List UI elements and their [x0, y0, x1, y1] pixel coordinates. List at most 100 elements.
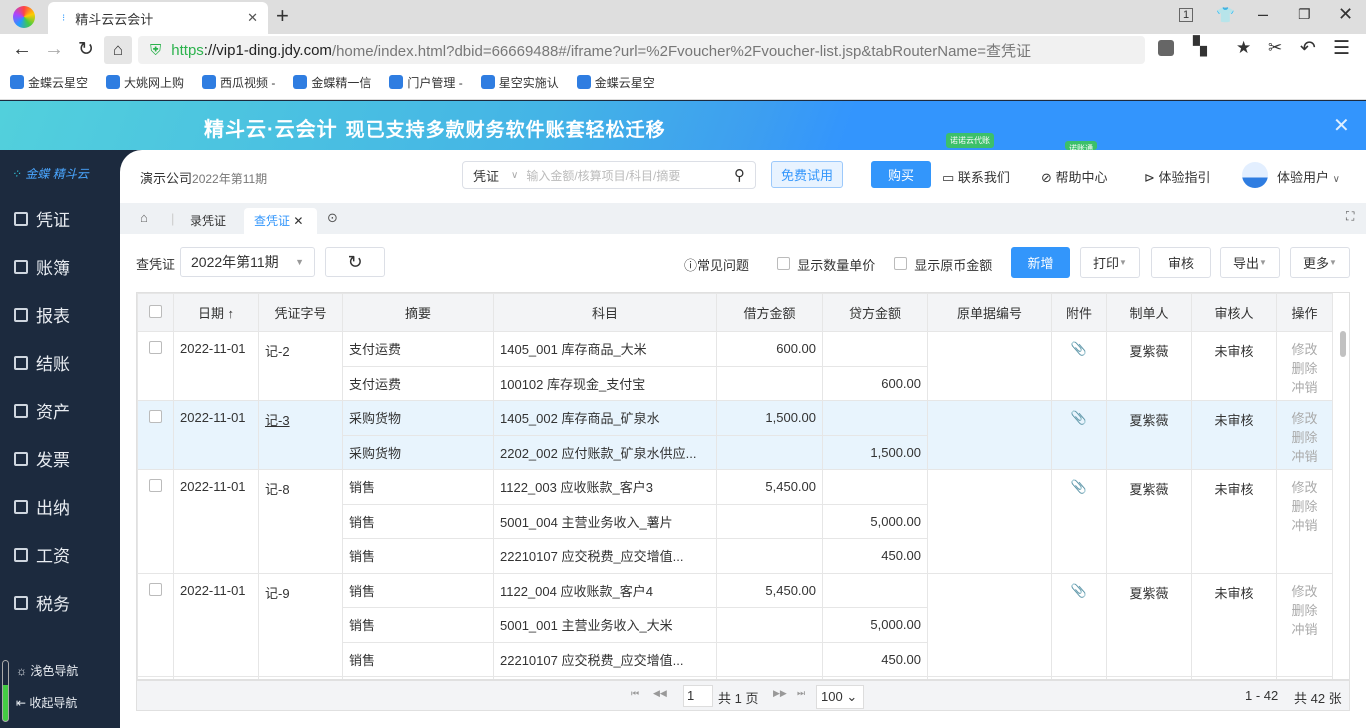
reverse-link[interactable]: 冲销	[1283, 620, 1326, 639]
row-checkbox[interactable]	[137, 331, 174, 401]
show-fx-checkbox[interactable]: 显示原币金额	[894, 255, 992, 274]
new-tab-icon[interactable]: +	[276, 3, 289, 29]
tab-record-voucher[interactable]: 录凭证	[190, 212, 226, 229]
delete-link[interactable]: 删除	[1283, 428, 1326, 447]
reader-icon[interactable]	[1158, 40, 1174, 56]
attachment-icon[interactable]: 📎	[1051, 400, 1107, 470]
edit-link[interactable]: 修改	[1283, 340, 1326, 359]
global-search[interactable]: 凭证 ∨ 输入金额/核算项目/科目/摘要 ⚲	[462, 161, 756, 189]
edit-link[interactable]: 修改	[1283, 478, 1326, 497]
delete-link[interactable]: 删除	[1283, 359, 1326, 378]
home-icon[interactable]: ⌂	[104, 36, 132, 64]
reload-icon[interactable]: ↻	[78, 38, 94, 61]
favorites-icon[interactable]: ★	[1236, 38, 1251, 58]
close-window-icon[interactable]: ✕	[1338, 4, 1353, 25]
bookmark-item[interactable]: 金蝶精一信	[293, 74, 371, 91]
minimize-icon[interactable]: –	[1258, 4, 1268, 25]
guide-link[interactable]: ⊳ 体验指引	[1144, 167, 1211, 186]
select-all-checkbox[interactable]	[137, 293, 174, 332]
bookmark-item[interactable]: 大姚网上购	[106, 74, 184, 91]
tab-count-badge[interactable]: 1	[1179, 8, 1194, 22]
row-checkbox[interactable]	[137, 572, 174, 677]
light-nav-toggle[interactable]: ☼ 浅色导航	[16, 662, 78, 679]
skin-icon[interactable]: 👕	[1216, 6, 1235, 24]
voucher-number-link[interactable]: 记-8	[258, 469, 343, 574]
sidebar-item[interactable]: 账簿	[14, 254, 70, 279]
attachment-icon[interactable]: 📎	[1051, 469, 1107, 574]
sidebar-item[interactable]: 发票	[14, 446, 70, 471]
bookmark-item[interactable]: 门户管理 -	[389, 74, 463, 91]
attachment-icon[interactable]: 📎	[1051, 331, 1107, 401]
close-banner-icon[interactable]: ✕	[1333, 113, 1350, 138]
table-row[interactable]: 2022-11-01 记-2 支付运费 1405_001 库存商品_大米 600.00 📎…	[137, 331, 1333, 401]
row-checkbox[interactable]	[137, 400, 174, 470]
bookmark-item[interactable]: 金蝶云星空	[10, 74, 88, 91]
first-page-icon[interactable]: ⏮	[631, 688, 639, 699]
page-input[interactable]: 1	[683, 685, 713, 707]
fullscreen-icon[interactable]: ⛶	[1346, 209, 1354, 224]
collapse-nav-button[interactable]: ⇤ 收起导航	[16, 694, 77, 711]
refresh-button[interactable]: ↻	[325, 247, 385, 277]
bookmark-item[interactable]: 西瓜视频 -	[202, 74, 275, 91]
prev-page-icon[interactable]: ◀◀	[653, 688, 667, 699]
tab-query-voucher[interactable]: 查凭证 ✕	[244, 208, 317, 234]
reverse-link[interactable]: 冲销	[1283, 516, 1326, 535]
more-button[interactable]: 更多 ▼	[1290, 247, 1350, 278]
sidebar-item[interactable]: 出纳	[14, 494, 70, 519]
user-menu[interactable]: 体验用户 ∨	[1277, 167, 1340, 186]
voucher-number-link[interactable]: 记-2	[258, 331, 343, 401]
table-scrollbar[interactable]	[1340, 331, 1346, 357]
voucher-number-link[interactable]: 记-3	[258, 400, 343, 470]
search-type-select[interactable]: 凭证	[473, 166, 499, 185]
sidebar-item[interactable]: 资产	[14, 398, 70, 423]
audit-button[interactable]: 审核	[1151, 247, 1211, 278]
close-tab-icon[interactable]: ✕	[247, 10, 258, 26]
period-select[interactable]: 2022年第11期 ▼	[180, 247, 315, 277]
next-page-icon[interactable]: ▶▶	[773, 688, 787, 699]
search-input[interactable]: 输入金额/核算项目/科目/摘要	[526, 167, 734, 184]
bookmark-item[interactable]: 星空实施认	[480, 74, 559, 91]
delete-link[interactable]: 删除	[1283, 601, 1326, 620]
page-size-select[interactable]: 100 ⌄	[816, 685, 864, 709]
table-row[interactable]: 2022-11-01 记-8 销售 1122_003 应收账款_客户3 5,450.00…	[137, 469, 1333, 574]
help-center-link[interactable]: ⊘ 帮助中心	[1041, 167, 1108, 186]
user-avatar[interactable]	[1242, 162, 1268, 188]
sidebar-item[interactable]: 报表	[14, 302, 70, 327]
edit-link[interactable]: 修改	[1283, 582, 1326, 601]
reverse-link[interactable]: 冲销	[1283, 378, 1326, 397]
apps-icon[interactable]: ▚	[1193, 36, 1207, 57]
contact-us-link[interactable]: ▭ 联系我们	[942, 167, 1010, 186]
add-button[interactable]: 新增	[1011, 247, 1070, 278]
forward-icon[interactable]: →	[44, 38, 64, 61]
restore-icon[interactable]: ❐	[1298, 6, 1311, 23]
faq-link[interactable]: ⓘ常见问题	[684, 255, 749, 274]
url-bar[interactable]: ⛨ https://vip1-ding.jdy.com/home/index.h…	[138, 36, 1145, 64]
print-button[interactable]: 打印 ▼	[1080, 247, 1140, 278]
voucher-number-link[interactable]: 记-9	[258, 572, 343, 677]
search-icon[interactable]: ⚲	[734, 166, 745, 184]
menu-icon[interactable]: ☰	[1333, 37, 1350, 60]
sidebar-item[interactable]: 工资	[14, 542, 70, 567]
table-row[interactable]: 2022-11-01 记-9 销售 1122_004 应收账款_客户4 5,450.00…	[137, 572, 1333, 677]
buy-button[interactable]: 购买	[871, 161, 931, 188]
edit-link[interactable]: 修改	[1283, 409, 1326, 428]
column-header[interactable]: 日期 ↑	[173, 293, 259, 332]
sidebar-scrollbar[interactable]	[2, 660, 9, 722]
delete-link[interactable]: 删除	[1283, 497, 1326, 516]
browser-logo-icon[interactable]	[13, 6, 35, 28]
screenshot-icon[interactable]: ✂	[1268, 38, 1282, 58]
row-checkbox[interactable]	[137, 469, 174, 574]
sidebar-item[interactable]: 税务	[14, 590, 70, 615]
promo-banner[interactable]: 精斗云·云会计 现已支持多款财务软件账套轻松迁移 诺诺云代账 诺账通 ✕	[0, 101, 1366, 150]
show-qty-checkbox[interactable]: 显示数量单价	[777, 255, 875, 274]
sidebar-item[interactable]: 结账	[14, 350, 70, 375]
company-name[interactable]: 演示公司	[140, 171, 192, 186]
last-page-icon[interactable]: ⏭	[797, 688, 805, 699]
back-icon[interactable]: ←	[12, 38, 32, 61]
export-button[interactable]: 导出 ▼	[1220, 247, 1280, 278]
sidebar-item[interactable]: 凭证	[14, 206, 70, 231]
table-row[interactable]: 2022-11-01 记-3 采购货物 1405_002 库存商品_矿泉水 1,500.…	[137, 400, 1333, 470]
reverse-link[interactable]: 冲销	[1283, 447, 1326, 466]
free-trial-button[interactable]: 免费试用	[771, 161, 843, 188]
browser-tab[interactable]: ⁝ 精斗云云会计 ✕	[48, 2, 268, 34]
